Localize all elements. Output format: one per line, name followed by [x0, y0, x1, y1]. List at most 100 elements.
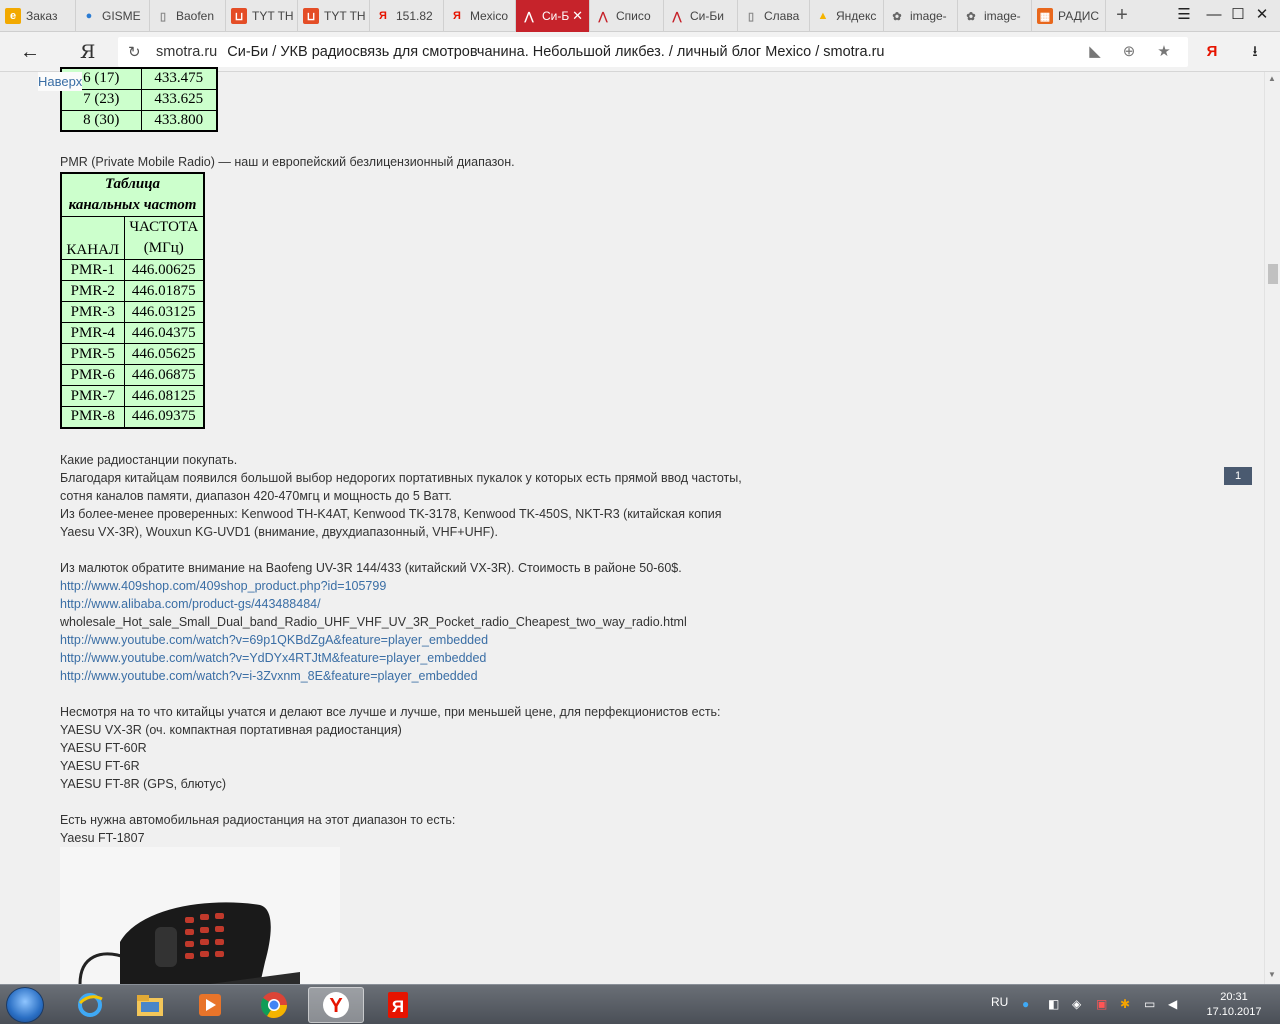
drop-icon: ●: [85, 10, 93, 22]
channel-cell: PMR-3: [60, 301, 125, 323]
pmr-table-title-line2: канальных частот: [68, 197, 197, 213]
frequency-cell: 446.08125: [123, 385, 205, 407]
tray-cube-icon[interactable]: ◈: [1072, 997, 1081, 1011]
reader-mode-icon[interactable]: ⊕: [1120, 43, 1138, 61]
para-line: YAESU FT-60R: [60, 741, 147, 755]
table-row: 7 (23) 433.625: [60, 88, 218, 111]
yandex-home-button[interactable]: Я: [80, 41, 98, 63]
link-youtube-1[interactable]: http://www.youtube.com/watch?v=69p1QKBdZ…: [60, 631, 687, 649]
browser-tab[interactable]: Я 151.82: [370, 0, 444, 32]
browser-tab[interactable]: ⊔ TYT TH: [226, 0, 298, 32]
scroll-to-top-link[interactable]: Наверх: [38, 72, 83, 91]
menu-icon[interactable]: ☰: [1176, 7, 1192, 23]
scroll-down-arrow-icon[interactable]: ▼: [1268, 970, 1276, 979]
frequency-cell: 433.625: [140, 88, 218, 111]
downloads-icon[interactable]: ⭳: [1246, 43, 1264, 61]
start-button[interactable]: [6, 987, 44, 1023]
browser-tab[interactable]: ⋀ Си-Би: [664, 0, 738, 32]
page-number-badge[interactable]: 1: [1224, 467, 1252, 485]
browser-tab[interactable]: ⊔ TYT TH: [298, 0, 370, 32]
link-youtube-2[interactable]: http://www.youtube.com/watch?v=YdDYx4RTJ…: [60, 649, 687, 667]
maximize-button[interactable]: ☐: [1230, 7, 1246, 23]
chrome-icon[interactable]: [246, 987, 302, 1023]
tray-drop-icon[interactable]: ●: [1022, 997, 1029, 1011]
browser-tab[interactable]: ✿ image-: [958, 0, 1032, 32]
url-field[interactable]: ↻ smotra.ru Си-Би / УКВ радиосвязь для с…: [118, 37, 1188, 67]
link-409shop[interactable]: http://www.409shop.com/409shop_product.p…: [60, 577, 687, 595]
clock-time: 20:31: [1220, 991, 1248, 1003]
tray-network-warning-icon[interactable]: ▣: [1096, 997, 1107, 1011]
channel-cell: PMR-7: [60, 385, 125, 407]
table-row: 6 (17) 433.475: [60, 67, 218, 90]
reload-icon[interactable]: ↻: [128, 43, 144, 61]
tab-strip: + ☰ — ☐ ✕ e Заказ ● GISME ▯ Baofen ⊔ TYT TH ⊔ TYT…: [0, 0, 1280, 32]
pmr-col-frequency: ЧАСТОТА (МГц): [123, 216, 205, 260]
table-row: PMR-5 446.05625: [60, 343, 205, 365]
browser-tab[interactable]: ⋀ Списо: [590, 0, 664, 32]
bookmark-star-icon[interactable]: ★: [1155, 43, 1173, 61]
para-yaesu: Несмотря на то что китайцы учатся и дела…: [60, 703, 721, 793]
yandex-browser-icon[interactable]: Я: [370, 987, 426, 1023]
browser-tab[interactable]: ✿ image-: [884, 0, 958, 32]
yandex-services-icon[interactable]: Я: [1203, 43, 1221, 61]
tray-app-icon[interactable]: ◧: [1048, 997, 1059, 1011]
tab-label: Яндекс: [836, 9, 877, 23]
e-shop-icon: e: [5, 8, 21, 24]
scroll-up-arrow-icon[interactable]: ▲: [1268, 74, 1276, 83]
pmr-intro: PMR (Private Mobile Radio) — наш и европ…: [60, 155, 515, 169]
volume-icon[interactable]: ◀: [1168, 997, 1177, 1011]
yandex-browser-icon[interactable]: Y: [308, 987, 364, 1023]
para-line: Из более-менее проверенных: Kenwood TH-K…: [60, 507, 722, 521]
page-icon: ▯: [747, 10, 755, 23]
table-row: PMR-1 446.00625: [60, 259, 205, 281]
browser-tab[interactable]: ▯ Baofen: [150, 0, 226, 32]
browser-tab[interactable]: ● GISME: [76, 0, 150, 32]
ie-icon[interactable]: [62, 987, 118, 1023]
url-page-title: Си-Би / УКВ радиосвязь для смотровчанина…: [227, 44, 885, 60]
link-youtube-3[interactable]: http://www.youtube.com/watch?v=i-3Zvxnm_…: [60, 667, 687, 685]
frequency-cell: 446.06875: [123, 364, 205, 386]
channel-cell: 8 (30): [60, 109, 142, 132]
tab-label: Си-Б: [542, 9, 570, 23]
media-player-icon[interactable]: [182, 987, 238, 1023]
channel-cell: PMR-6: [60, 364, 125, 386]
link-alibaba[interactable]: http://www.alibaba.com/product-gs/443488…: [60, 595, 687, 613]
system-clock[interactable]: 20:31 17.10.2017: [1194, 990, 1274, 1020]
channel-cell: PMR-5: [60, 343, 125, 365]
browser-tab[interactable]: Я Mexico: [444, 0, 516, 32]
new-tab-button[interactable]: +: [1112, 5, 1132, 25]
table-row: PMR-6 446.06875: [60, 364, 205, 386]
scroll-thumb[interactable]: [1268, 264, 1278, 284]
smotra-icon: ⋀: [524, 10, 534, 23]
frequency-cell: 446.09375: [123, 406, 205, 428]
browser-tab[interactable]: ▲ Яндекс: [810, 0, 884, 32]
frequency-cell: 446.04375: [123, 322, 205, 344]
browser-tab[interactable]: ▦ РАДИС: [1032, 0, 1106, 32]
page-scrollbar[interactable]: ▲ ▼: [1264, 72, 1280, 984]
browser-tab[interactable]: ⋀ Си-Б ✕: [516, 0, 590, 32]
browser-tab[interactable]: ▯ Слава: [738, 0, 810, 32]
frequency-cell: 433.475: [140, 67, 218, 90]
lpd-frequency-table: 6 (17) 433.475 7 (23) 433.625 8 (30) 433.800: [60, 67, 218, 132]
minimize-button[interactable]: —: [1206, 7, 1222, 23]
browser-tab[interactable]: e Заказ: [0, 0, 76, 32]
file-explorer-icon[interactable]: [122, 987, 178, 1023]
smotra-icon: ⋀: [672, 10, 682, 23]
channel-cell: PMR-8: [60, 406, 125, 428]
protect-icon[interactable]: ◣: [1086, 43, 1104, 61]
para-line: YAESU VX-3R (оч. компактная портативная …: [60, 723, 402, 737]
pmr-col-channel: КАНАЛ: [60, 216, 125, 260]
tray-office-icon[interactable]: ✱: [1120, 997, 1130, 1011]
pmr-frequency-table: Таблица канальных частот КАНАЛ ЧАСТОТА (…: [60, 172, 205, 429]
yandex-icon: Я: [379, 10, 387, 22]
tray-monitor-icon[interactable]: ▭: [1144, 997, 1155, 1011]
tab-label: image-: [910, 9, 947, 23]
language-indicator[interactable]: RU: [991, 995, 1008, 1009]
close-tab-icon[interactable]: ✕: [572, 8, 583, 24]
smotra-icon: ⋀: [598, 10, 608, 23]
back-button[interactable]: ←: [20, 42, 42, 62]
close-window-button[interactable]: ✕: [1254, 7, 1270, 23]
para-baofeng: Из малюток обратите внимание на Baofeng …: [60, 559, 687, 685]
frequency-cell: 446.03125: [123, 301, 205, 323]
channel-cell: PMR-1: [60, 259, 125, 281]
